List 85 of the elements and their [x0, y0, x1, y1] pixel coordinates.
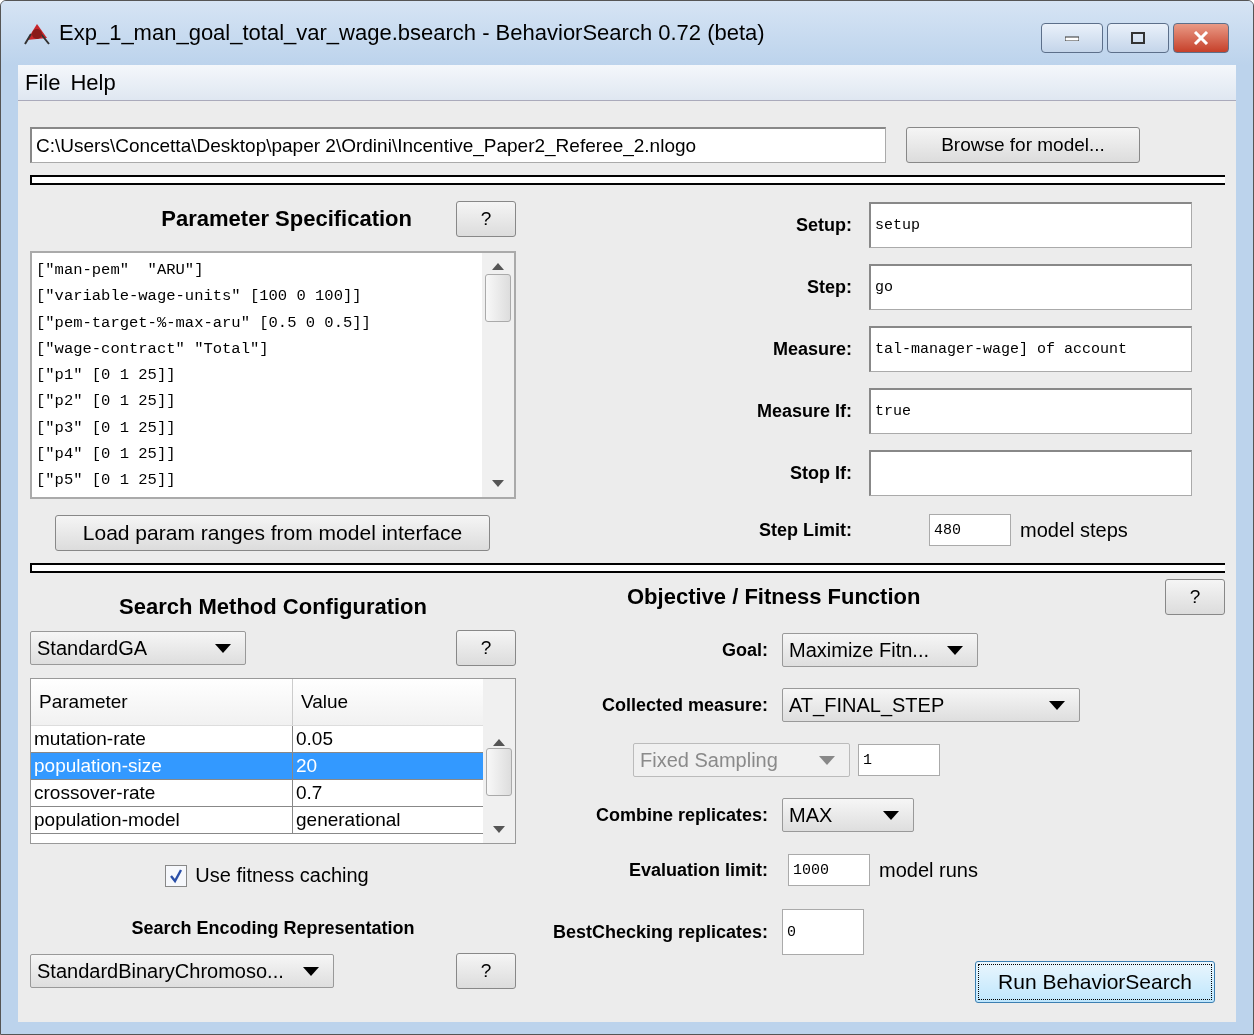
combine-dropdown[interactable]: MAX [782, 798, 914, 832]
code-line: ["p5" [0 1 25]] [36, 470, 177, 492]
model-path-field[interactable]: C:\Users\Concetta\Desktop\paper 2\Ordini\Incentive_Paper2_Referee_2.nlogo [30, 127, 886, 163]
table-cell-text: 0.05 [295, 727, 334, 751]
field-label: Combine replicates: [594, 804, 768, 826]
field-label: Setup: [795, 214, 852, 236]
code-line: ["variable-wage-units" [100 0 100]] [36, 286, 363, 308]
table-row[interactable]: population-model generational [31, 807, 483, 834]
caret-icon [819, 755, 835, 765]
menu-item[interactable]: File [25, 69, 61, 96]
table-cell-text: 20 [295, 754, 319, 778]
scroll-up-icon[interactable] [492, 263, 504, 270]
evaluation-limit-field[interactable]: 1000 [788, 854, 870, 886]
field-label: Goal: [721, 639, 768, 661]
best-checking-field[interactable]: 0 [782, 909, 864, 955]
table-cell-text: 0.7 [295, 781, 324, 805]
section-title: Parameter Specification [161, 206, 412, 232]
scroll-down-icon[interactable] [493, 826, 505, 833]
unit-label: model runs [879, 858, 978, 882]
field-label: Measure If: [755, 400, 852, 422]
scroll-up-icon[interactable] [493, 739, 505, 746]
field-label: BestChecking replicates: [551, 921, 768, 943]
minimize-button[interactable] [1041, 23, 1103, 53]
help-button[interactable]: ? [456, 201, 516, 237]
table-cell: population-model [31, 807, 293, 833]
column-header[interactable]: Parameter [31, 679, 293, 725]
maximize-button[interactable] [1107, 23, 1169, 53]
search-method-dropdown[interactable]: StandardGA [30, 631, 246, 665]
code-line: ["pem-target-%-max-aru" [0.5 0 0.5]] [36, 312, 372, 334]
table-cell: mutation-rate [31, 726, 293, 752]
encoding-dropdown[interactable]: StandardBinaryChromoso... [30, 954, 334, 988]
menu-item[interactable]: Help [70, 69, 116, 96]
window-title: Exp_1_man_goal_total_var_wage.bsearch - BehaviorSearch 0.72 (beta) [59, 20, 766, 46]
section-title: Search Method Configuration [119, 594, 427, 620]
load-ranges-button[interactable]: Load param ranges from model interface [55, 515, 490, 551]
code-line: ["p3" [0 1 25]] [36, 417, 177, 439]
caret-icon [215, 643, 231, 653]
table-cell-text: generational [295, 808, 402, 832]
field-label: Measure: [771, 338, 852, 360]
code-line: ["p1" [0 1 25]] [36, 365, 177, 387]
minimize-icon [1065, 35, 1079, 41]
code-line: ["p4" [0 1 25]] [36, 444, 177, 466]
help-button[interactable]: ? [456, 630, 516, 666]
scrollbar[interactable] [482, 253, 514, 497]
code-line: ["wage-contract" "Total"] [36, 338, 270, 360]
close-icon [1193, 31, 1209, 45]
parameter-text-area[interactable]: ["man-pem" "ARU"] ["variable-wage-units" [100 0 100]] ["pem-target-%-max-aru" [0.5 0 0.5]] ["wage-contract" "Total"] ["p1" [0 1 25]] ["p2" [0 1 25]] ["p3" [0 1 25]] ["p4" [0 1 25]] ["p5" [0 1 25]] [30, 251, 516, 499]
section-title: Objective / Fitness Function [627, 584, 921, 610]
section-title: Search Encoding Representation [131, 917, 415, 939]
scrollbar[interactable] [483, 679, 515, 843]
caret-icon [947, 645, 963, 655]
table-cell: population-size [31, 753, 293, 779]
field-label: Step Limit: [758, 519, 852, 541]
goal-dropdown[interactable]: Maximize Fitn... [782, 633, 978, 667]
help-button[interactable]: ? [456, 953, 516, 989]
scroll-down-icon[interactable] [492, 480, 504, 487]
field-label: Evaluation limit: [627, 859, 768, 881]
caret-icon [303, 966, 319, 976]
close-button[interactable] [1173, 23, 1229, 53]
maximize-icon [1131, 32, 1145, 44]
field-label: Collected measure: [600, 694, 768, 716]
field-label: Step: [806, 276, 852, 298]
unit-label: model steps [1020, 518, 1128, 542]
caret-icon [883, 810, 899, 820]
collected-measure-dropdown[interactable]: AT_FINAL_STEP [782, 688, 1080, 722]
command-field[interactable] [869, 450, 1192, 496]
scrollbar-thumb[interactable] [486, 748, 512, 796]
run-button[interactable]: Run BehaviorSearch [975, 961, 1215, 1003]
command-field[interactable]: go [869, 264, 1192, 310]
field-label: Stop If: [789, 462, 852, 484]
scrollbar-thumb[interactable] [485, 274, 511, 322]
table-row[interactable]: crossover-rate 0.7 [31, 780, 483, 807]
browse-button[interactable]: Browse for model... [906, 127, 1140, 163]
command-field[interactable]: tal-manager-wage] of account [869, 326, 1192, 372]
table-cell: crossover-rate [31, 780, 293, 806]
command-field[interactable]: true [869, 388, 1192, 434]
caret-icon [1049, 700, 1065, 710]
help-button[interactable]: ? [1165, 579, 1225, 615]
checkbox-label[interactable]: Use fitness caching [195, 864, 369, 887]
code-line: ["man-pem" "ARU"] [36, 260, 205, 281]
checkbox[interactable] [165, 864, 188, 887]
command-field[interactable]: setup [869, 202, 1192, 248]
column-header[interactable]: Value [293, 679, 483, 725]
code-line: ["p2" [0 1 25]] [36, 391, 177, 413]
step-limit-field[interactable]: 480 [929, 514, 1011, 546]
